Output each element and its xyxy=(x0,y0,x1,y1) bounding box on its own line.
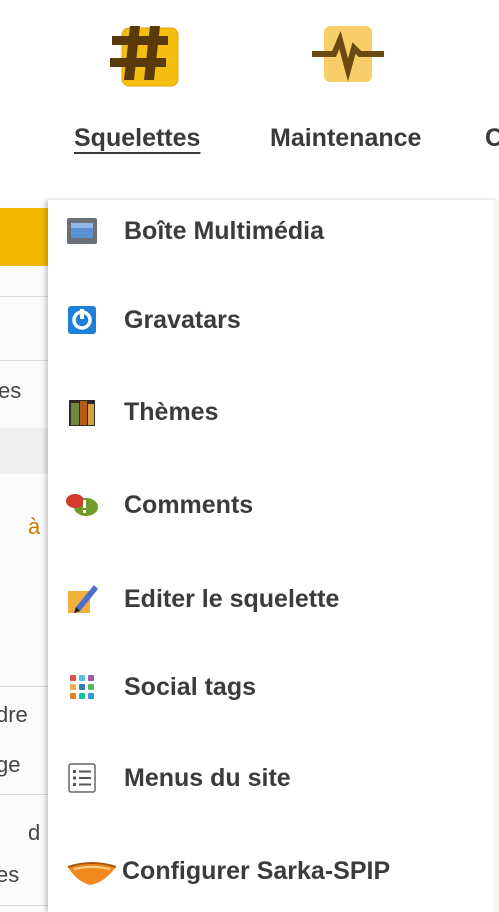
menu-item-editer-squelette[interactable]: Editer le squelette xyxy=(64,576,484,622)
nav-next-item[interactable]: C xyxy=(485,124,499,153)
divider xyxy=(0,686,55,687)
comments-icon xyxy=(64,487,100,523)
menu-item-comments[interactable]: Comments xyxy=(64,482,484,528)
top-navigation: Squelettes Maintenance C xyxy=(0,0,499,200)
menu-item-label: Gravatars xyxy=(124,305,241,334)
background-text: dre xyxy=(0,702,28,727)
menu-item-configurer-sarka-spip[interactable]: Configurer Sarka-SPIP xyxy=(64,848,484,894)
nav-squelettes[interactable]: Squelettes xyxy=(74,124,200,153)
menu-item-label: Boîte Multimédia xyxy=(124,216,325,245)
menu-item-label: Editer le squelette xyxy=(124,584,340,613)
menu-item-label: Configurer Sarka-SPIP xyxy=(122,856,391,885)
background-text: ge xyxy=(0,752,21,777)
hash-icon[interactable] xyxy=(108,18,184,94)
divider xyxy=(0,296,55,297)
gravatar-icon xyxy=(64,302,100,338)
menu-item-social-tags[interactable]: Social tags xyxy=(64,664,484,710)
media-box-icon xyxy=(64,213,100,249)
menu-item-label: Comments xyxy=(124,490,254,519)
social-tags-icon xyxy=(64,669,100,705)
background-page: es à dre ge d es xyxy=(0,200,55,912)
background-text: es xyxy=(0,378,22,403)
divider xyxy=(0,360,55,361)
background-link-text: à xyxy=(28,514,41,539)
edit-skeleton-icon xyxy=(64,581,100,617)
menu-item-themes[interactable]: Thèmes xyxy=(64,389,484,435)
menu-item-boite-multimedia[interactable]: Boîte Multimédia xyxy=(64,208,484,254)
divider xyxy=(0,905,55,906)
pulse-icon[interactable] xyxy=(310,18,386,94)
background-text: es xyxy=(0,862,20,887)
background-orange-bar xyxy=(0,208,52,266)
menu-item-label: Thèmes xyxy=(124,397,219,426)
menu-item-label: Menus du site xyxy=(124,763,291,792)
squelettes-dropdown-menu: Boîte Multimédia Gravatars Thèmes Commen… xyxy=(48,200,499,912)
sarka-spip-icon xyxy=(64,853,120,889)
themes-icon xyxy=(64,394,100,430)
site-menu-icon xyxy=(64,760,100,796)
menu-edge xyxy=(491,200,499,912)
nav-maintenance[interactable]: Maintenance xyxy=(270,124,421,153)
background-text: d xyxy=(28,820,41,845)
menu-item-label: Social tags xyxy=(124,672,256,701)
menu-item-gravatars[interactable]: Gravatars xyxy=(64,297,484,343)
divider xyxy=(0,794,55,795)
menu-item-menus-du-site[interactable]: Menus du site xyxy=(64,755,484,801)
background-gray-row xyxy=(0,428,55,474)
